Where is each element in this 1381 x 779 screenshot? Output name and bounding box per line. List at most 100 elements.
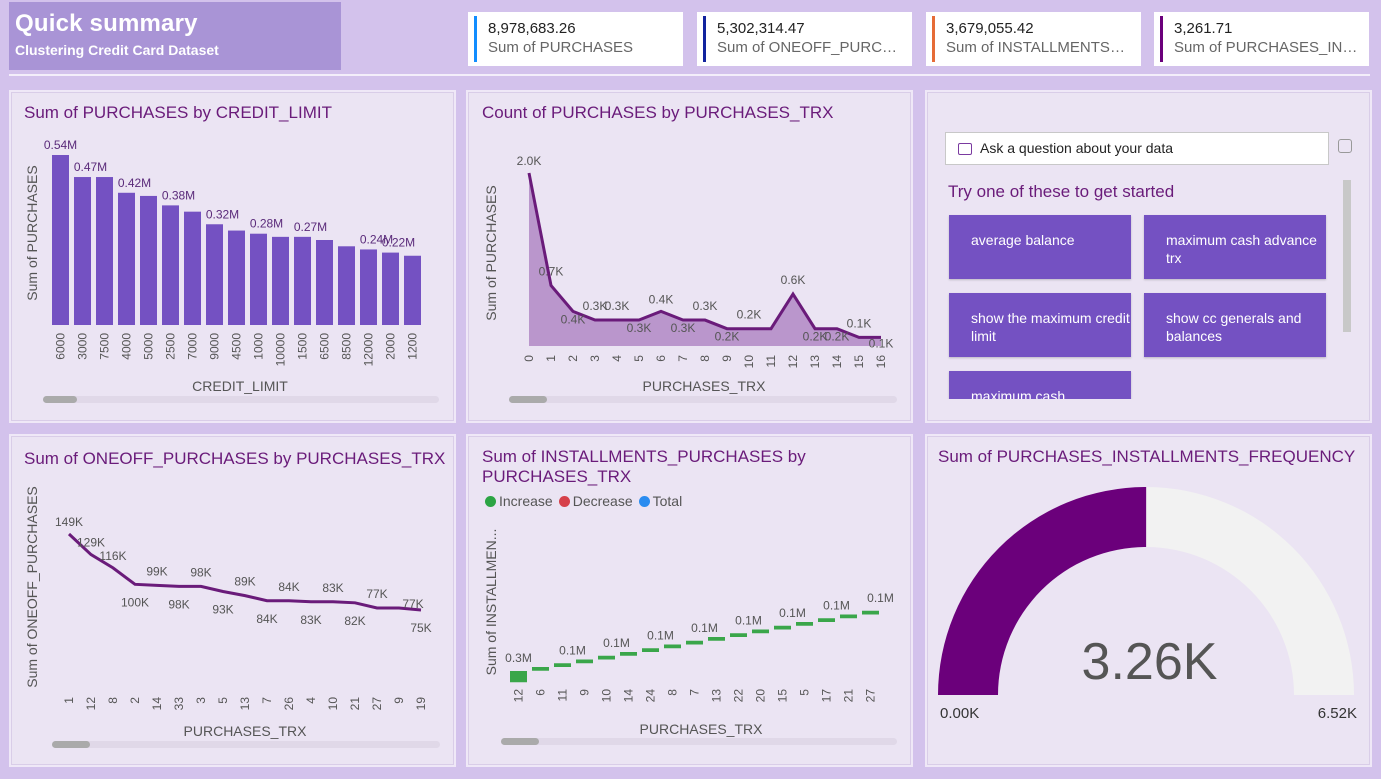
horizontal-scrollbar[interactable]	[509, 396, 897, 403]
x-tick-label: 13	[710, 689, 724, 703]
horizontal-scrollbar[interactable]	[501, 738, 897, 745]
x-tick-label: 9	[578, 689, 592, 696]
kpi-value: 8,978,683.26	[488, 20, 576, 37]
x-tick-label: 9000	[208, 333, 222, 360]
suggestion-button[interactable]: maximum cash advance trx	[1144, 215, 1326, 279]
data-label: 0.38M	[162, 188, 195, 202]
x-tick-label: 10000	[274, 333, 288, 367]
data-label: 98K	[168, 597, 189, 611]
chart-card-installments-waterfall[interactable]: Sum of INSTALLMENTS_PURCHASES by PURCHAS…	[468, 436, 911, 765]
kpi-accent-bar	[932, 16, 935, 62]
y-axis-title: Sum of PURCHASES	[24, 165, 40, 300]
kpi-card-oneoff-purchases[interactable]: 5,302,314.47 Sum of ONEOFF_PURCH...	[697, 12, 912, 66]
data-label: 0.3K	[671, 321, 696, 335]
data-label: 0.1M	[559, 643, 586, 657]
x-tick-label: 22	[732, 689, 746, 703]
bar	[250, 233, 267, 325]
scrollbar-thumb[interactable]	[43, 396, 77, 403]
data-label: 0.27M	[294, 220, 327, 234]
x-tick-label: 5	[216, 697, 230, 704]
data-label: 149K	[55, 515, 83, 529]
x-tick-label: 0	[522, 355, 536, 362]
data-label: 0.2K	[803, 330, 828, 344]
data-label: 84K	[256, 612, 277, 626]
bar-chart[interactable]: CREDIT_LIMIT Sum of PURCHASES 0.54M 0.47M…	[12, 93, 455, 422]
data-label: 0.1M	[823, 598, 850, 612]
data-label: 0.42M	[118, 176, 151, 190]
x-axis-title: PURCHASES_TRX	[184, 723, 308, 739]
scrollbar-thumb[interactable]	[501, 738, 539, 745]
horizontal-scrollbar[interactable]	[43, 396, 439, 403]
x-tick-label: 2	[128, 697, 142, 704]
bar	[294, 236, 311, 325]
x-tick-label: 10	[326, 697, 340, 711]
waterfall-bar	[554, 663, 571, 667]
x-tick-label: 13	[808, 355, 822, 369]
x-tick-label: 5	[632, 355, 646, 362]
x-tick-label: 10	[600, 689, 614, 703]
kpi-value: 3,261.71	[1174, 20, 1233, 37]
data-label: 84K	[278, 580, 299, 594]
bar	[360, 249, 377, 325]
qa-visual-card[interactable]: Ask a question about your data Try one o…	[927, 92, 1370, 421]
share-icon[interactable]	[1338, 139, 1352, 153]
suggestion-button[interactable]: show cc generals and balances	[1144, 293, 1326, 357]
waterfall-bar	[796, 622, 813, 626]
suggestion-button[interactable]: average balance	[949, 215, 1131, 279]
chart-card-count-purchases-by-trx[interactable]: Count of PURCHASES by PURCHASES_TRX PURC…	[468, 92, 911, 421]
kpi-label: Sum of ONEOFF_PURCH...	[717, 39, 904, 56]
report-header: Quick summary Clustering Credit Card Dat…	[9, 2, 341, 70]
data-label: 89K	[234, 575, 255, 589]
data-label: 0.54M	[44, 138, 77, 152]
kpi-card-purchases[interactable]: 8,978,683.26 Sum of PURCHASES	[468, 12, 683, 66]
x-tick-label: 7	[688, 689, 702, 696]
kpi-label: Sum of PURCHASES_INS...	[1174, 39, 1361, 56]
chart-card-oneoff-purchases-by-trx[interactable]: Sum of ONEOFF_PURCHASES by PURCHASES_TRX…	[11, 436, 454, 765]
x-tick-label: 12000	[362, 333, 376, 367]
x-axis-title: PURCHASES_TRX	[643, 378, 767, 394]
data-label: 75K	[410, 621, 431, 635]
kpi-accent-bar	[474, 16, 477, 62]
scrollbar-thumb[interactable]	[509, 396, 547, 403]
suggestion-button[interactable]: maximum cash	[949, 371, 1131, 399]
kpi-card-purchases-installments-frequency[interactable]: 3,261.71 Sum of PURCHASES_INS...	[1154, 12, 1369, 66]
x-tick-label: 1000	[252, 333, 266, 360]
data-label: 0.7K	[539, 264, 564, 278]
x-axis-title: PURCHASES_TRX	[640, 721, 764, 737]
waterfall-bar	[840, 614, 857, 619]
x-tick-label: 5000	[142, 333, 156, 360]
data-label: 99K	[146, 564, 167, 578]
data-label: 0.4K	[561, 312, 586, 326]
waterfall-bar	[510, 671, 527, 683]
data-label: 129K	[77, 536, 105, 550]
gauge-card[interactable]: Sum of PURCHASES_INSTALLMENTS_FREQUENCY …	[927, 436, 1370, 765]
kpi-value: 3,679,055.42	[946, 20, 1034, 37]
data-label: 93K	[212, 603, 233, 617]
waterfall-chart[interactable]: PURCHASES_TRX Sum of INSTALLMEN... 0.3M 0…	[469, 437, 912, 766]
x-axis-title: CREDIT_LIMIT	[192, 378, 288, 394]
data-label: 0.1M	[603, 636, 630, 650]
horizontal-scrollbar[interactable]	[52, 741, 440, 748]
waterfall-bar	[774, 625, 791, 630]
data-label: 0.3K	[605, 299, 630, 313]
qa-question-input[interactable]: Ask a question about your data	[945, 132, 1329, 165]
gauge-chart[interactable]	[928, 437, 1371, 766]
x-tick-label: 15	[776, 689, 790, 703]
bar	[52, 155, 69, 325]
x-tick-label: 8	[698, 355, 712, 362]
x-tick-label: 17	[820, 689, 834, 703]
data-label: 0.1M	[867, 591, 894, 605]
scrollbar-thumb[interactable]	[52, 741, 90, 748]
chart-card-purchases-by-credit-limit[interactable]: Sum of PURCHASES by CREDIT_LIMIT CREDIT_…	[11, 92, 454, 421]
data-label: 83K	[322, 581, 343, 595]
waterfall-bar	[598, 655, 615, 660]
x-tick-label: 1200	[406, 333, 420, 360]
data-label: 0.2K	[737, 308, 762, 322]
kpi-accent-bar	[1160, 16, 1163, 62]
bar	[74, 177, 91, 325]
suggestion-button[interactable]: show the maximum credit limit	[949, 293, 1131, 357]
line-chart[interactable]: PURCHASES_TRX Sum of ONEOFF_PURCHASES 14…	[12, 437, 455, 766]
x-tick-label: 12	[786, 355, 800, 369]
kpi-card-installments-purchases[interactable]: 3,679,055.42 Sum of INSTALLMENTS_P...	[926, 12, 1141, 66]
area-chart[interactable]: PURCHASES_TRX Sum of PURCHASES 2.0K 0.7K 0…	[469, 93, 912, 422]
